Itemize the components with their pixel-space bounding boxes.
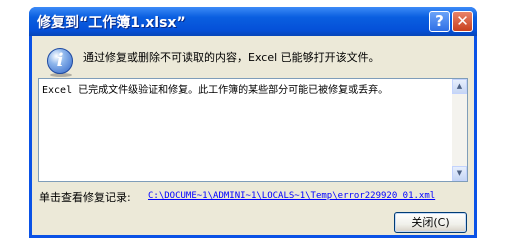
window-title: 修复到“工作簿1.xlsx” bbox=[37, 15, 186, 31]
help-button[interactable]: ? bbox=[429, 11, 450, 32]
close-button[interactable]: 关闭(C) bbox=[394, 212, 467, 233]
repair-dialog: 修复到“工作簿1.xlsx” ? ✕ i 通过修复或删除不可读取的内容，Exce… bbox=[29, 7, 477, 238]
repair-log-label: 单击查看修复记录: bbox=[39, 191, 131, 204]
scroll-down-arrow-icon[interactable]: ▼ bbox=[452, 166, 467, 181]
info-icon: i bbox=[47, 48, 73, 74]
window-close-button[interactable]: ✕ bbox=[452, 11, 473, 32]
details-text: Excel 已完成文件级验证和修复。此工作簿的某些部分可能已被修复或丢弃。 bbox=[42, 85, 389, 96]
vertical-scrollbar[interactable]: ▲ ▼ bbox=[452, 79, 467, 181]
message-text: 通过修复或删除不可读取的内容，Excel 已能够打开该文件。 bbox=[83, 51, 380, 64]
scroll-up-arrow-icon[interactable]: ▲ bbox=[452, 79, 467, 94]
dialog-body: i 通过修复或删除不可读取的内容，Excel 已能够打开该文件。 Excel 已… bbox=[32, 36, 474, 235]
title-bar[interactable]: 修复到“工作簿1.xlsx” ? ✕ bbox=[29, 7, 477, 36]
repair-log-link[interactable]: C:\DOCUME~1\ADMINI~1\LOCALS~1\Temp\error… bbox=[148, 191, 435, 201]
details-textbox[interactable]: Excel 已完成文件级验证和修复。此工作簿的某些部分可能已被修复或丢弃。 ▲ … bbox=[38, 78, 468, 182]
